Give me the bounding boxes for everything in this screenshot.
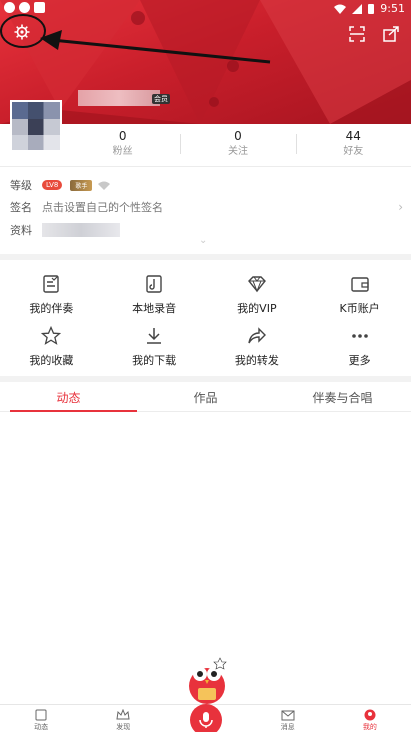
nav-messages[interactable]: 消息 xyxy=(247,705,329,732)
avatar[interactable] xyxy=(10,100,62,152)
profile-stats: 0 粉丝 0 关注 44 好友 xyxy=(65,128,411,162)
level-row[interactable]: 等级 LV8 歌手 xyxy=(10,176,111,194)
tab-feed[interactable]: 动态 xyxy=(0,386,137,412)
level-key: 等级 xyxy=(10,179,32,192)
stat-label: 关注 xyxy=(227,146,248,157)
my-downloads-button[interactable]: 我的下载 xyxy=(103,324,206,368)
nav-me[interactable]: 我的 xyxy=(329,705,411,732)
profile-info-row[interactable]: 资料 xyxy=(10,221,120,239)
me-icon xyxy=(363,708,377,722)
microphone-icon xyxy=(199,712,213,728)
scan-icon xyxy=(349,26,365,42)
divider xyxy=(0,166,411,167)
more-icon xyxy=(348,324,372,348)
settings-button[interactable] xyxy=(12,22,32,42)
more-button[interactable]: 更多 xyxy=(308,324,411,368)
grid-label: 我的VIP xyxy=(237,302,277,315)
profile-key: 资料 xyxy=(10,224,32,237)
grid-label: 本地录音 xyxy=(132,302,177,315)
crown-icon xyxy=(116,708,130,722)
nav-discover[interactable]: 发现 xyxy=(82,705,164,732)
wifi-badge-icon xyxy=(98,181,111,190)
shield-icon xyxy=(19,2,30,13)
stat-friends[interactable]: 44 好友 xyxy=(295,128,411,162)
nickname-blurred xyxy=(78,90,160,106)
scan-button[interactable] xyxy=(347,24,367,44)
signature-value: 点击设置自己的个性签名 xyxy=(42,201,163,214)
my-vip-button[interactable]: 我的VIP xyxy=(206,272,309,316)
local-recording-icon xyxy=(142,272,166,296)
my-shares-button[interactable]: 我的转发 xyxy=(206,324,309,368)
stat-fans[interactable]: 0 粉丝 xyxy=(65,128,180,162)
stat-value: 0 xyxy=(118,129,127,143)
stat-value: 44 xyxy=(345,129,361,143)
local-recording-button[interactable]: 本地录音 xyxy=(103,272,206,316)
stat-value: 0 xyxy=(234,129,242,143)
my-favorites-button[interactable]: 我的收藏 xyxy=(0,324,103,368)
status-bar: 9:51 xyxy=(0,0,411,18)
feature-grid-row-1: 我的伴奏 本地录音 我的VIP K币账户 xyxy=(0,272,411,316)
nav-label: 消息 xyxy=(280,723,295,731)
gear-icon xyxy=(14,24,30,40)
section-gap xyxy=(0,376,411,382)
level-badge: LV8 xyxy=(42,180,63,190)
stat-following[interactable]: 0 关注 xyxy=(180,128,295,162)
content-tabs: 动态 作品 伴奏与合唱 xyxy=(0,386,411,412)
wifi-icon xyxy=(334,4,347,14)
feed-icon xyxy=(34,708,48,722)
grid-label: 更多 xyxy=(348,354,371,367)
signal-icon xyxy=(352,3,363,14)
tab-works[interactable]: 作品 xyxy=(137,386,274,411)
singer-badge: 歌手 xyxy=(70,179,93,191)
message-icon xyxy=(281,708,295,722)
grid-label: 我的伴奏 xyxy=(29,302,74,315)
mascot-owl-icon xyxy=(189,657,227,704)
notification-icon xyxy=(4,2,15,13)
star-icon xyxy=(39,324,63,348)
profile-value-blurred xyxy=(42,223,120,237)
grid-label: K币账户 xyxy=(339,302,380,315)
vip-diamond-icon xyxy=(245,272,269,296)
share-icon xyxy=(245,324,269,348)
download-status-icon xyxy=(34,2,45,13)
stat-label: 好友 xyxy=(343,146,364,157)
battery-icon xyxy=(368,4,375,14)
grid-label: 我的下载 xyxy=(132,354,177,367)
nav-label: 发现 xyxy=(116,723,131,731)
my-accompaniment-button[interactable]: 我的伴奏 xyxy=(0,272,103,316)
chevron-right-icon: › xyxy=(398,200,403,214)
nav-label: 我的 xyxy=(362,723,377,731)
signature-key: 签名 xyxy=(10,201,32,214)
download-icon xyxy=(142,324,166,348)
tab-accompaniment-chorus[interactable]: 伴奏与合唱 xyxy=(274,386,411,411)
wallet-icon xyxy=(348,272,372,296)
status-time: 9:51 xyxy=(380,2,405,15)
share-out-icon xyxy=(383,26,399,42)
settings-annotation xyxy=(0,14,48,50)
k-coin-account-button[interactable]: K币账户 xyxy=(308,272,411,316)
sing-button[interactable] xyxy=(190,704,222,732)
accompaniment-icon xyxy=(39,272,63,296)
nav-label: 动态 xyxy=(34,723,49,731)
feature-grid-row-2: 我的收藏 我的下载 我的转发 更多 xyxy=(0,324,411,368)
signature-row[interactable]: 签名 点击设置自己的个性签名 xyxy=(10,198,163,216)
nav-feed[interactable]: 动态 xyxy=(0,705,82,732)
grid-label: 我的收藏 xyxy=(29,354,74,367)
grid-label: 我的转发 xyxy=(234,354,279,367)
share-profile-button[interactable] xyxy=(381,24,401,44)
section-gap xyxy=(0,254,411,260)
stat-label: 粉丝 xyxy=(112,146,133,157)
member-tag: 会员 xyxy=(152,94,170,104)
expand-chevron-down-icon[interactable]: ⌄ xyxy=(199,235,207,246)
